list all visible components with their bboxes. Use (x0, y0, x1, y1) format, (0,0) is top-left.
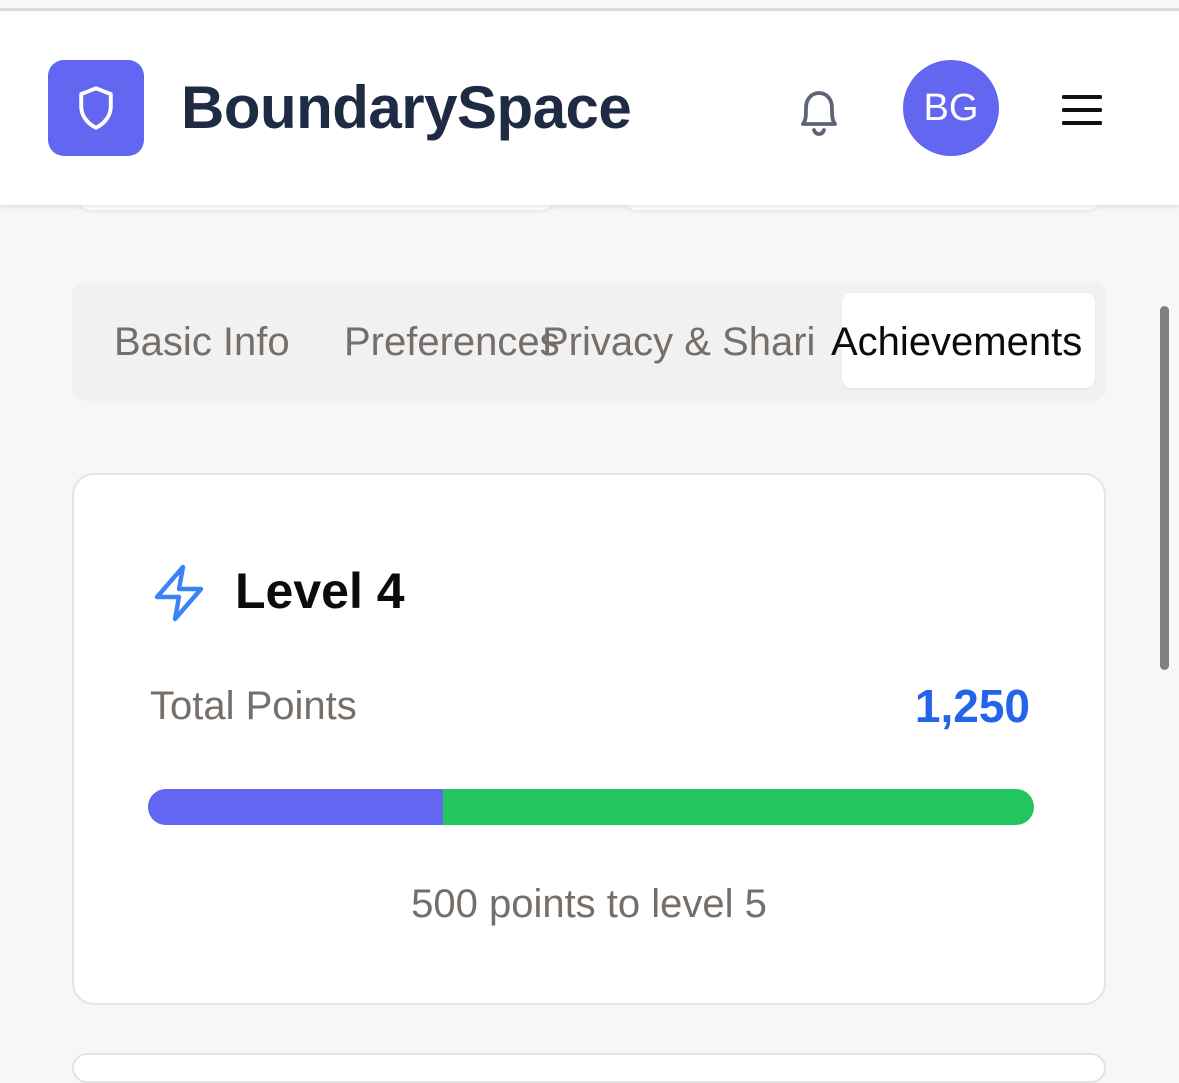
user-avatar[interactable]: BG (903, 60, 999, 156)
level-progress-fill (148, 789, 444, 825)
total-points-value: 1,250 (914, 680, 1030, 732)
level-progress-bar (148, 789, 1034, 825)
app-title: BoundarySpace (181, 74, 632, 141)
level-card: Level 4 Total Points 1,250 500 points to… (72, 473, 1106, 1005)
bell-icon[interactable] (793, 84, 845, 140)
shield-icon (79, 86, 113, 130)
next-card (72, 1053, 1106, 1083)
scrollbar[interactable] (1160, 306, 1169, 670)
profile-tabs: Basic Info Preferences Privacy & Shari A… (72, 281, 1107, 401)
level-title: Level 4 (235, 563, 405, 619)
tab-achievements-label[interactable]: Achievements (831, 319, 1082, 365)
tab-basic-info[interactable]: Basic Info (114, 319, 290, 365)
app-logo[interactable] (48, 60, 144, 156)
progress-caption: 500 points to level 5 (411, 882, 767, 926)
app-header: BoundarySpace BG (0, 11, 1179, 205)
tab-preferences[interactable]: Preferences (344, 319, 560, 365)
tab-privacy-sharing[interactable]: Privacy & Shari (542, 319, 815, 365)
lightning-bolt-icon (154, 564, 204, 622)
total-points-label: Total Points (150, 684, 357, 728)
hamburger-menu-icon[interactable] (1062, 93, 1102, 127)
